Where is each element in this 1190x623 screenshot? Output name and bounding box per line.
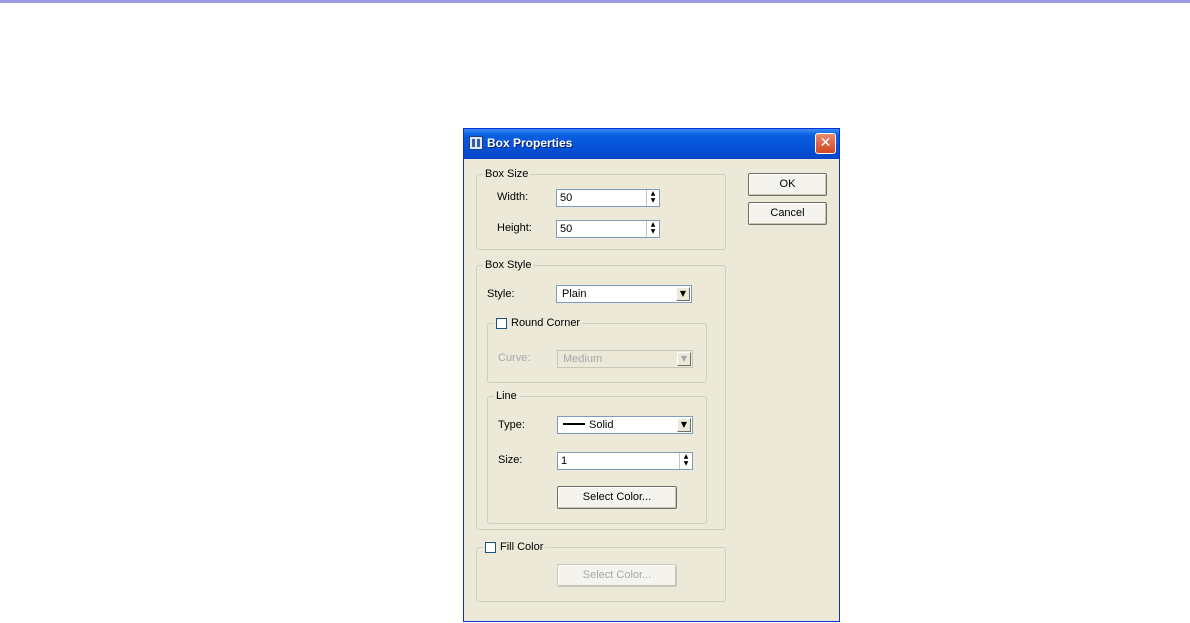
line-caption: Line <box>494 389 519 403</box>
style-dropdown[interactable]: Plain ▼ <box>556 285 692 303</box>
close-icon: ✕ <box>819 135 832 151</box>
close-button[interactable]: ✕ <box>815 133 836 154</box>
box-style-caption: Box Style <box>483 258 534 272</box>
ok-button-label: OK <box>779 178 796 190</box>
line-size-spinner[interactable]: 1 ▲ ▼ <box>557 452 693 470</box>
dialog-title: Box Properties <box>487 136 573 150</box>
height-spinner[interactable]: 50 ▲ ▼ <box>556 220 660 238</box>
box-style-group: Box Style Style: Plain ▼ Round Corner Cu… <box>476 258 726 530</box>
style-value: Plain <box>562 288 587 300</box>
height-value: 50 <box>560 223 573 235</box>
fill-color-checkbox[interactable] <box>485 541 496 553</box>
width-spinner[interactable]: 50 ▲ ▼ <box>556 189 660 207</box>
chevron-down-icon[interactable]: ▼ <box>676 287 690 301</box>
round-corner-label: Round Corner <box>511 317 581 329</box>
curve-dropdown[interactable]: Medium ▼ <box>557 350 693 368</box>
width-spin-arrows-icon[interactable]: ▲ ▼ <box>646 190 659 206</box>
cancel-button[interactable]: Cancel <box>748 202 827 225</box>
box-properties-dialog: Box Properties ✕ OK Cancel Box Size Widt… <box>463 128 840 622</box>
chevron-down-icon[interactable]: ▼ <box>677 418 691 432</box>
line-size-value: 1 <box>561 455 568 467</box>
curve-value: Medium <box>563 353 603 365</box>
line-size-label: Size: <box>498 454 523 466</box>
solid-line-icon <box>563 423 585 426</box>
line-size-spin-arrows-icon[interactable]: ▲ ▼ <box>679 453 692 469</box>
round-corner-caption: Round Corner <box>494 316 583 330</box>
title-bar[interactable]: Box Properties ✕ <box>464 129 839 159</box>
line-select-color-label: Select Color... <box>582 491 652 503</box>
app-icon <box>469 136 483 150</box>
round-corner-group: Round Corner Curve: Medium ▼ <box>487 316 707 383</box>
fill-color-label: Fill Color <box>500 541 544 553</box>
fill-color-caption: Fill Color <box>483 540 546 554</box>
ok-button[interactable]: OK <box>748 173 827 196</box>
width-label: Width: <box>497 191 529 203</box>
cancel-button-label: Cancel <box>770 207 805 219</box>
fill-color-group: Fill Color Select Color... <box>476 540 726 602</box>
style-label: Style: <box>487 288 515 300</box>
fill-select-color-button[interactable]: Select Color... <box>557 564 677 587</box>
chevron-down-icon[interactable]: ▼ <box>677 352 691 366</box>
curve-label: Curve: <box>498 352 531 364</box>
round-corner-checkbox[interactable] <box>496 317 507 329</box>
line-group: Line Type: Solid ▼ Size: 1 ▲ ▼ Select Col… <box>487 389 707 524</box>
fill-select-color-label: Select Color... <box>582 569 652 581</box>
box-size-group: Box Size Width: 50 ▲ ▼ Height: 50 ▲ ▼ <box>476 167 726 250</box>
line-type-value: Solid <box>589 419 614 431</box>
width-value: 50 <box>560 192 573 204</box>
line-type-dropdown[interactable]: Solid ▼ <box>557 416 693 434</box>
top-rule <box>0 0 1190 3</box>
height-spin-arrows-icon[interactable]: ▲ ▼ <box>646 221 659 237</box>
box-size-caption: Box Size <box>483 167 531 181</box>
line-select-color-button[interactable]: Select Color... <box>557 486 677 509</box>
line-type-label: Type: <box>498 419 525 431</box>
height-label: Height: <box>497 222 532 234</box>
